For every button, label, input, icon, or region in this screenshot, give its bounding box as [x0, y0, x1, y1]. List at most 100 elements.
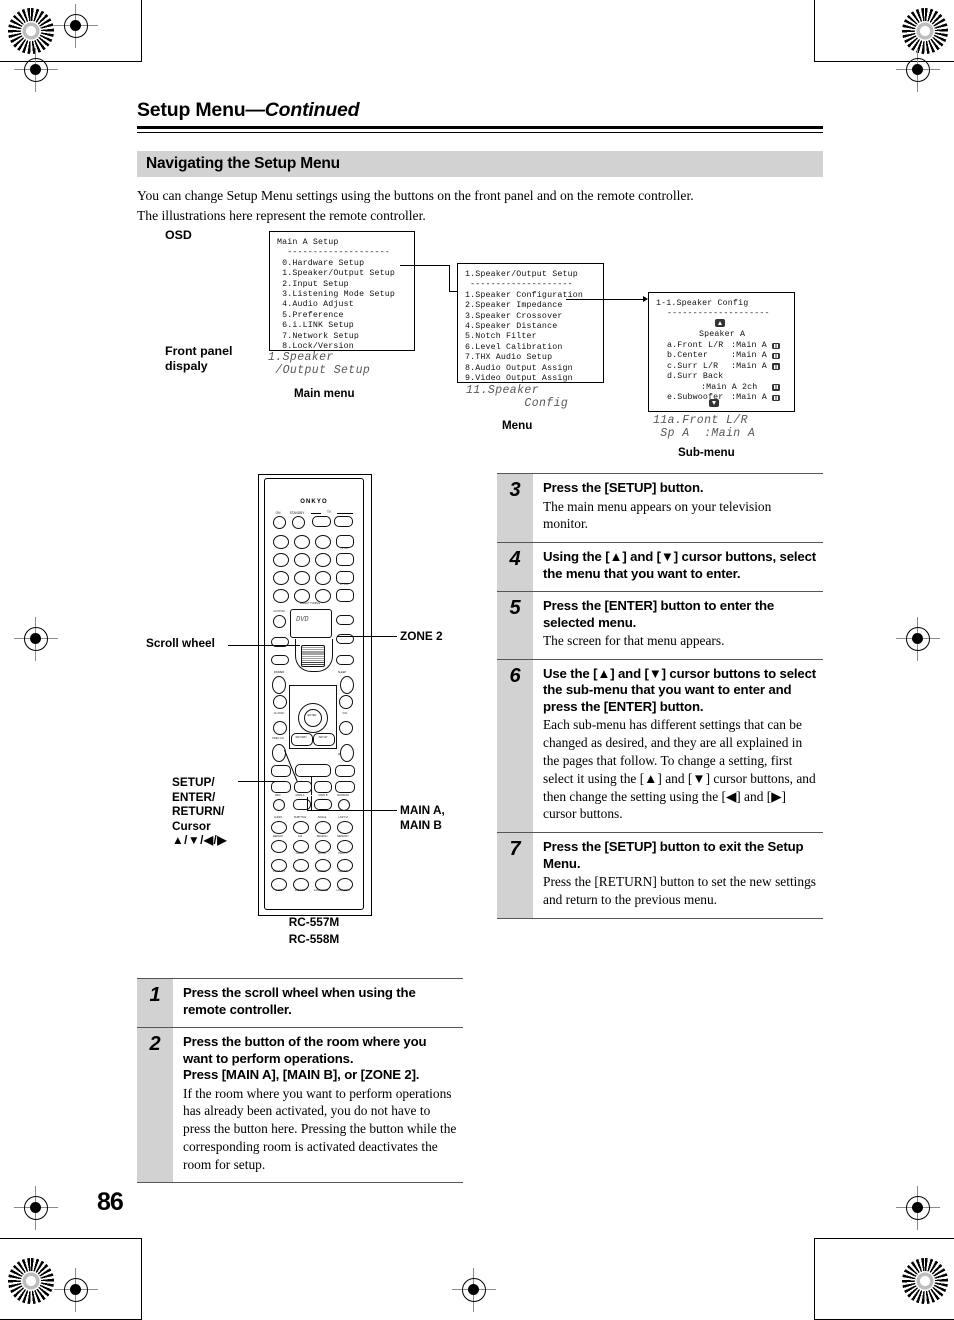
osd-submenu-row-1-value: :Main A: [731, 351, 767, 361]
step-paragraph: The main menu appears on your television…: [543, 498, 772, 532]
key-label-ch-disc: CH DISC: [273, 712, 285, 715]
fast-forward-button[interactable]: [335, 781, 355, 793]
osd-submenu-row-1-label: b.Center: [667, 351, 709, 361]
keypad-2-button[interactable]: [294, 535, 310, 549]
key-label-artist: ARTIST: [317, 870, 327, 873]
registration-mark-bottom-center: [452, 1268, 496, 1312]
keypad-0-button[interactable]: [294, 589, 310, 603]
star-target-bottom-right: [902, 1258, 948, 1304]
remote-controller-illustration: ONKYO ON STANDBY TV TV CH TV VOL DIRECT …: [258, 474, 372, 916]
step-bold-text-secondary: Press [MAIN A], [MAIN B], or [ZONE 2].: [183, 1067, 420, 1082]
muting-button[interactable]: [340, 744, 354, 762]
display-button[interactable]: [272, 744, 286, 762]
skip-forward-button[interactable]: [335, 765, 355, 777]
key-label-music: MUSIC: [317, 852, 327, 855]
speaker-icon-front: [772, 342, 780, 352]
osd-submenu-heading: Speaker A: [699, 330, 746, 339]
main-b-button[interactable]: [314, 799, 332, 810]
page-title-bold: Setup Menu: [137, 99, 246, 121]
channel-down-button[interactable]: [273, 721, 287, 735]
keypad-4-button[interactable]: [273, 553, 289, 567]
setup-button[interactable]: [313, 733, 335, 746]
osd-submenu-row-4-value: :Main A 2ch: [701, 382, 758, 392]
header-rule-thin: [137, 131, 823, 133]
step-bold-text: Press the button of the room where you w…: [183, 1034, 427, 1066]
callout-setup-cursor: SETUP/ ENTER/ RETURN/ Cursor ▲/▼/◀/▶: [172, 775, 227, 848]
standby-button[interactable]: [292, 516, 305, 529]
keypad-plus10-button[interactable]: [273, 589, 289, 603]
key-label-ab: A-B: [297, 835, 303, 838]
leader-main-ab-v: [307, 797, 309, 811]
enter-button[interactable]: [304, 709, 322, 727]
volume-up-button[interactable]: [339, 695, 353, 709]
all-st-button[interactable]: [315, 821, 331, 834]
type-button[interactable]: [271, 840, 287, 853]
main-a-button[interactable]: [293, 799, 311, 810]
step-paragraph: Each sub-menu has different settings tha…: [543, 717, 816, 822]
stop-button[interactable]: [314, 781, 332, 793]
key-label-caps: CAPS: [275, 889, 283, 892]
osd-submenu-row-0-label: a.Front L/R: [667, 341, 724, 350]
registration-mark-top-right: [896, 48, 940, 92]
keypad-7-button[interactable]: [273, 571, 289, 585]
volume-down-button[interactable]: [339, 721, 353, 735]
input-button[interactable]: [336, 655, 354, 665]
steps-left-column: 1 Press the scroll wheel when using the …: [137, 978, 463, 1184]
section-heading-text: Navigating the Setup Menu: [146, 155, 340, 172]
channel-up-button[interactable]: [273, 695, 287, 709]
key-label-tv-vol: TV VOL: [339, 583, 349, 586]
play-button[interactable]: [295, 764, 331, 777]
remote-model-line2: RC-558M: [288, 932, 340, 946]
keypad-9-button[interactable]: [315, 571, 331, 585]
step-body: Press the [SETUP] button to exit the Set…: [533, 833, 823, 918]
dimmer-button[interactable]: [272, 676, 286, 694]
tv-power-button[interactable]: [312, 516, 331, 527]
keypad-1-button[interactable]: [273, 535, 289, 549]
step-bold-text: Using the [▲] and [▼] cursor buttons, se…: [543, 549, 817, 581]
tv-channel-down-button[interactable]: [336, 553, 354, 566]
record-button[interactable]: [273, 799, 285, 811]
rewind-button[interactable]: [271, 781, 291, 793]
tv-volume-down-button[interactable]: [336, 589, 354, 602]
intro-paragraph: You can change Setup Menu settings using…: [137, 186, 837, 225]
keypad-5-button[interactable]: [294, 553, 310, 567]
keypad-clear-button[interactable]: [315, 589, 331, 603]
step-row: 7 Press the [SETUP] button to exit the S…: [497, 832, 823, 918]
key-label-location: LOCATION: [336, 889, 350, 892]
step-number: 1: [137, 979, 173, 1027]
step-number: 5: [497, 592, 533, 659]
thx-button[interactable]: [293, 821, 309, 834]
page-number: 86: [97, 1188, 124, 1216]
step-body: Using the [▲] and [▼] cursor buttons, se…: [533, 543, 823, 591]
custom-button[interactable]: [273, 615, 286, 628]
remote-lcd-text: DVD: [296, 616, 309, 624]
front-panel-display-label-line1: Front panel: [165, 344, 233, 358]
step-row: 5 Press the [ENTER] button to enter the …: [497, 591, 823, 659]
stereo-button[interactable]: [337, 821, 353, 834]
osd-submenu-row-0: a.Front L/R: [667, 341, 723, 351]
tv-input-button[interactable]: [334, 516, 353, 527]
osd-menu-box: 1.Speaker/Output Setup -----------------…: [457, 263, 604, 383]
step-row: 1 Press the scroll wheel when using the …: [137, 978, 463, 1027]
pause-button[interactable]: [294, 781, 312, 793]
keypad-3-button[interactable]: [315, 535, 331, 549]
callout-setup-line3: RETURN/: [172, 804, 225, 819]
key-label-random: RANDOM: [337, 794, 349, 797]
sleep-button[interactable]: [340, 676, 354, 694]
key-label-on: ON: [275, 511, 281, 515]
return-button[interactable]: [291, 733, 313, 746]
key-label-audio: AUDIO: [273, 816, 283, 819]
keypad-8-button[interactable]: [294, 571, 310, 585]
step-body: Press the [ENTER] button to enter the se…: [533, 592, 823, 659]
slam-button[interactable]: [271, 821, 287, 834]
mode-button[interactable]: [271, 655, 289, 665]
skip-back-button[interactable]: [271, 765, 291, 777]
header-rule-thick: [137, 126, 823, 129]
registration-mark-bottom-left-b: [54, 1268, 98, 1312]
speaker-icon-subwoofer: [772, 394, 780, 404]
power-on-button[interactable]: [273, 516, 286, 529]
zone-button-upper[interactable]: [336, 615, 354, 625]
key-label-return: RETURN: [295, 736, 307, 739]
keypad-6-button[interactable]: [315, 553, 331, 567]
step-number: 7: [497, 833, 533, 918]
